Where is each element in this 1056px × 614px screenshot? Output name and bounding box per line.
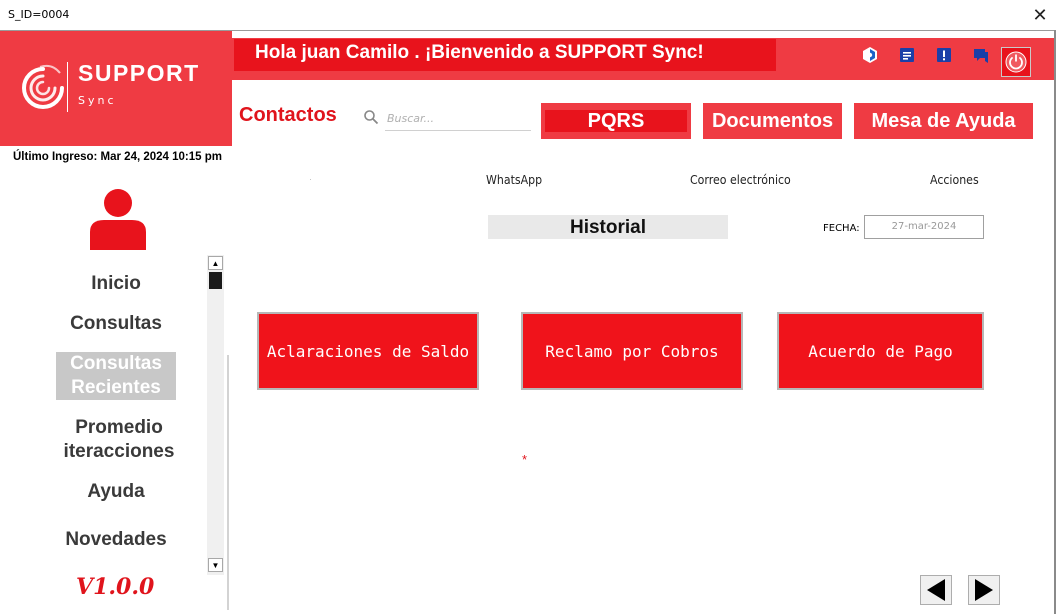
chat-icon[interactable]	[972, 46, 990, 64]
contactos-link[interactable]: Contactos	[239, 104, 337, 127]
logo-divider	[67, 62, 68, 112]
sidebar-item-promedio-iteracciones[interactable]: Promedio iteracciones	[44, 416, 194, 464]
column-header-correo: Correo electrónico	[690, 172, 791, 187]
sidebar-item-inicio[interactable]: Inicio	[58, 272, 174, 296]
required-marker: *	[522, 452, 528, 467]
mesa-de-ayuda-button-label: Mesa de Ayuda	[871, 109, 1016, 132]
next-button[interactable]	[968, 575, 1000, 605]
sidebar-item-consultas-recientes[interactable]: Consultas Recientes	[56, 352, 176, 400]
logo-subtitle: Sync	[78, 94, 117, 107]
sidebar-divider	[227, 355, 229, 610]
window-titlebar	[0, 0, 1056, 30]
reclamo-por-cobros-button[interactable]: Reclamo por Cobros	[521, 312, 743, 390]
close-button[interactable]: ✕	[1028, 3, 1052, 27]
welcome-text: Hola juan Camilo . ¡Bienvenido a SUPPORT…	[255, 42, 704, 63]
fecha-label: FECHA:	[823, 223, 860, 234]
sidebar-item-consultas[interactable]: Consultas	[54, 312, 178, 336]
column-header-blank: ·	[309, 174, 312, 184]
search-input[interactable]	[385, 106, 531, 131]
logo-title: SUPPORT	[78, 60, 200, 86]
search-icon	[364, 110, 379, 125]
sidebar-item-novedades[interactable]: Novedades	[46, 528, 186, 552]
column-header-whatsapp: WhatsApp	[486, 172, 543, 187]
acuerdo-de-pago-button[interactable]: Acuerdo de Pago	[777, 312, 984, 390]
previous-button[interactable]	[920, 575, 952, 605]
scrollbar-thumb[interactable]	[209, 272, 222, 289]
user-avatar-icon	[90, 189, 146, 250]
aclaraciones-de-saldo-button[interactable]: Aclaraciones de Saldo	[257, 312, 479, 390]
settings-icon[interactable]	[861, 46, 879, 64]
scroll-down-arrow-icon[interactable]: ▼	[208, 558, 223, 572]
scroll-up-arrow-icon[interactable]: ▲	[208, 256, 223, 270]
pqrs-button[interactable]: PQRS	[541, 103, 691, 139]
sidebar-item-ayuda[interactable]: Ayuda	[56, 480, 176, 504]
fecha-field[interactable]: 27-mar-2024	[864, 215, 984, 239]
arrow-left-icon	[927, 579, 945, 601]
sidebar-scrollbar[interactable]	[207, 255, 224, 575]
mesa-de-ayuda-button[interactable]: Mesa de Ayuda	[854, 103, 1033, 139]
historial-title: Historial	[488, 215, 728, 239]
documentos-button-label: Documentos	[711, 109, 834, 132]
column-header-acciones: Acciones	[930, 172, 979, 187]
notes-icon[interactable]	[898, 46, 916, 64]
alert-icon[interactable]	[935, 46, 953, 64]
documentos-button[interactable]: Documentos	[703, 103, 842, 139]
power-icon[interactable]	[1001, 47, 1031, 77]
window-title: S_ID=0004	[8, 8, 70, 21]
logo-swirl-icon	[22, 64, 64, 109]
version-label: V1.0.0	[76, 574, 155, 600]
arrow-right-icon	[975, 579, 993, 601]
pqrs-button-label: PQRS	[545, 110, 687, 132]
last-login-text: Último Ingreso: Mar 24, 2024 10:15 pm	[13, 151, 222, 163]
